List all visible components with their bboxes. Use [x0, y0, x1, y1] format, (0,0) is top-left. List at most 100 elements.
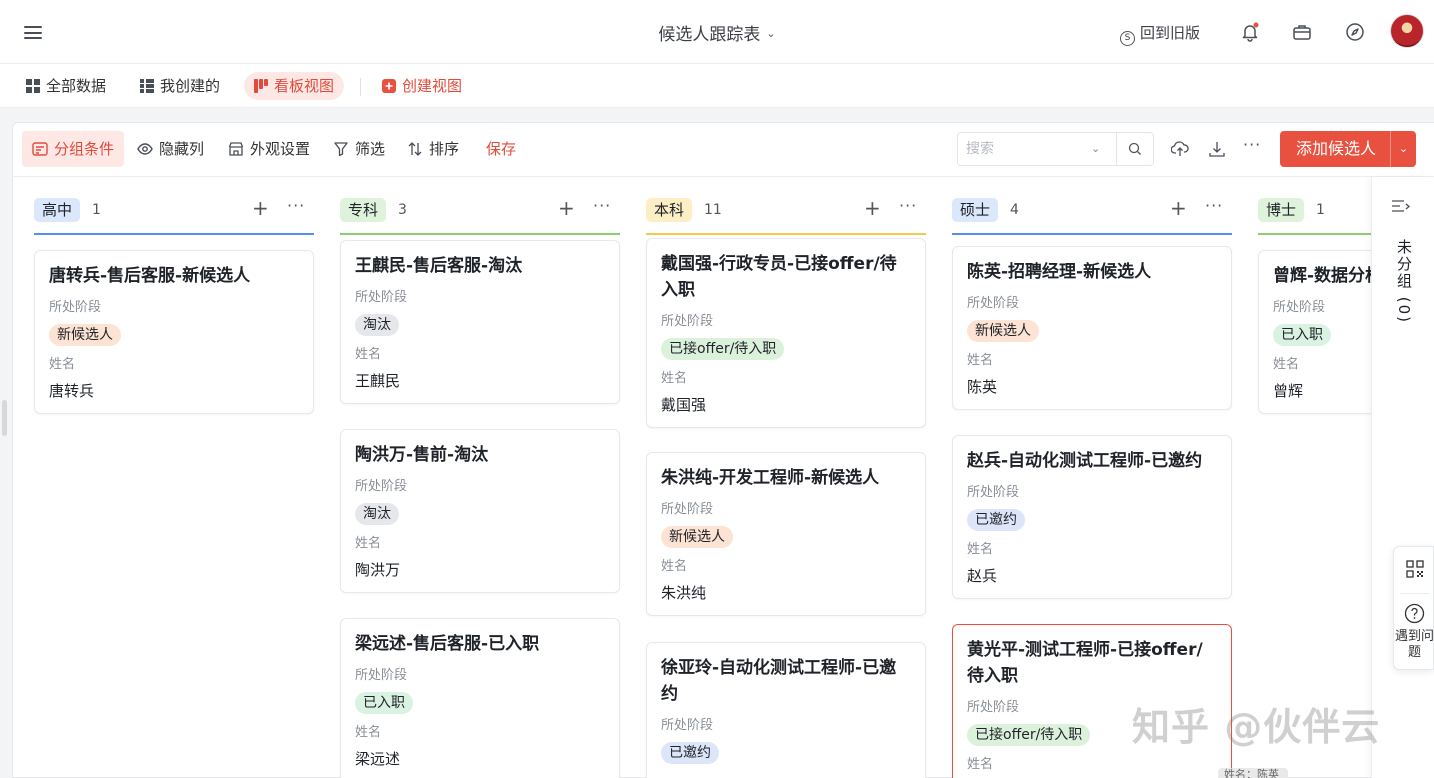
stage-badge: 已入职 — [355, 692, 413, 714]
tab-my-created[interactable]: 我创建的 — [130, 72, 230, 100]
add-card-icon[interactable]: + — [252, 196, 269, 220]
column-accent-line — [1258, 233, 1371, 235]
chevron-down-icon[interactable]: ⌄ — [1091, 133, 1100, 165]
upload-icon[interactable] — [1171, 140, 1189, 158]
watermark: 知乎 @伙伴云 — [1132, 705, 1381, 749]
sort-label: 排序 — [429, 140, 460, 158]
candidate-card[interactable]: 曾辉-数据分析 所处阶段 已入职 姓名 曾辉 — [1258, 250, 1371, 414]
ungrouped-sidebar[interactable]: 未分组 (0) — [1371, 177, 1434, 778]
column-tag: 本科 — [646, 198, 693, 222]
add-card-icon[interactable]: + — [558, 196, 575, 220]
column-header: 博士 1 — [1258, 194, 1371, 224]
add-card-icon[interactable]: + — [1170, 196, 1187, 220]
stage-label: 所处阶段 — [661, 502, 714, 517]
compass-icon[interactable] — [1345, 22, 1365, 42]
create-view-button[interactable]: 创建视图 — [372, 72, 472, 100]
candidate-card[interactable]: 戴国强-行政专员-已接offer/待入职 所处阶段 已接offer/待入职 姓名… — [646, 238, 926, 428]
toolbar: 分组条件 隐藏列 外观设置 筛选 排序 保存 搜索 ⌄ ··· 添加候选人 ⌄ — [13, 123, 1434, 177]
column-count: 1 — [92, 202, 101, 218]
tab-kanban-view[interactable]: 看板视图 — [244, 72, 345, 100]
grid-icon — [26, 79, 40, 93]
tab-label: 全部数据 — [46, 77, 107, 95]
column-count: 3 — [398, 202, 407, 218]
appearance-button[interactable]: 外观设置 — [218, 131, 320, 167]
column-more-icon[interactable]: ··· — [1205, 194, 1223, 218]
column-accent-line — [952, 233, 1232, 235]
tab-all-data[interactable]: 全部数据 — [16, 72, 116, 100]
name-label: 姓名 — [355, 725, 382, 740]
card-title: 王麒民-售后客服-淘汰 — [355, 256, 523, 276]
stage-badge: 新候选人 — [661, 526, 733, 548]
card-title: 曾辉-数据分析 — [1273, 266, 1371, 286]
hide-columns-button[interactable]: 隐藏列 — [127, 131, 214, 167]
eye-icon — [137, 143, 153, 155]
ungrouped-label: 未分组 (0) — [1395, 239, 1413, 325]
top-bar: 候选人跟踪表 ⌄ S 回到旧版 — [0, 0, 1434, 64]
card-title: 陈英-招聘经理-新候选人 — [967, 262, 1152, 282]
stage-badge: 新候选人 — [967, 320, 1039, 342]
candidate-card[interactable]: 梁远述-售后客服-已入职 所处阶段 已入职 姓名 梁远述 — [340, 618, 620, 778]
candidate-card[interactable]: 朱洪纯-开发工程师-新候选人 所处阶段 新候选人 姓名 朱洪纯 — [646, 452, 926, 616]
download-icon[interactable] — [1208, 140, 1226, 158]
name-label: 姓名 — [661, 559, 688, 574]
stage-badge: 已邀约 — [967, 509, 1025, 531]
card-title: 朱洪纯-开发工程师-新候选人 — [661, 468, 880, 488]
candidate-card[interactable]: 陈英-招聘经理-新候选人 所处阶段 新候选人 姓名 陈英 — [952, 246, 1232, 410]
stage-badge: 淘汰 — [355, 503, 399, 525]
help-label[interactable]: 遇到问题 — [1394, 629, 1434, 661]
stage-badge: 已邀约 — [661, 742, 719, 764]
kanban-panel: 分组条件 隐藏列 外观设置 筛选 排序 保存 搜索 ⌄ ··· 添加候选人 ⌄ — [12, 122, 1434, 778]
candidate-card[interactable]: 赵兵-自动化测试工程师-已邀约 所处阶段 已邀约 姓名 赵兵 — [952, 435, 1232, 599]
search-divider — [1116, 133, 1117, 165]
table-title[interactable]: 候选人跟踪表 ⌄ — [0, 20, 1434, 45]
briefcase-icon[interactable] — [1292, 22, 1312, 42]
card-title: 陶洪万-售前-淘汰 — [355, 445, 489, 465]
column-tag: 硕士 — [952, 198, 999, 222]
store-icon — [228, 142, 244, 156]
name-label: 姓名 — [967, 757, 994, 772]
search-icon[interactable] — [1128, 142, 1142, 156]
column-accent-line — [34, 233, 314, 235]
collapse-list-icon[interactable] — [1391, 199, 1411, 215]
tab-label: 我创建的 — [160, 77, 221, 95]
name-label: 姓名 — [1273, 357, 1300, 372]
card-title: 赵兵-自动化测试工程师-已邀约 — [967, 451, 1203, 471]
candidate-card[interactable]: 唐转兵-售后客服-新候选人 所处阶段 新候选人 姓名 唐转兵 — [34, 250, 314, 414]
search-input[interactable]: 搜索 ⌄ — [957, 132, 1154, 166]
qr-code-icon[interactable] — [1406, 560, 1424, 578]
stage-label: 所处阶段 — [967, 485, 1020, 500]
stage-label: 所处阶段 — [49, 300, 102, 315]
name-label: 姓名 — [661, 371, 688, 386]
candidate-card[interactable]: 王麒民-售后客服-淘汰 所处阶段 淘汰 姓名 王麒民 — [340, 240, 620, 404]
column-more-icon[interactable]: ··· — [899, 194, 917, 218]
add-candidate-button[interactable]: 添加候选人 ⌄ — [1280, 131, 1416, 167]
stage-badge: 已接offer/待入职 — [967, 724, 1091, 746]
sort-icon — [408, 142, 422, 156]
bell-icon[interactable] — [1240, 22, 1260, 42]
save-button[interactable]: 保存 — [476, 131, 526, 167]
filter-label: 筛选 — [355, 140, 386, 158]
view-bar: 全部数据 我创建的 看板视图 创建视图 — [0, 64, 1434, 108]
chevron-down-icon[interactable]: ⌄ — [1390, 131, 1416, 167]
more-options-icon[interactable]: ··· — [1243, 135, 1261, 154]
help-circle-icon[interactable] — [1404, 603, 1425, 624]
column-more-icon[interactable]: ··· — [593, 194, 611, 218]
column-more-icon[interactable]: ··· — [287, 194, 305, 218]
sort-button[interactable]: 排序 — [397, 131, 469, 167]
hover-tooltip: 姓名：陈英 — [1218, 768, 1288, 778]
kanban-icon — [254, 79, 268, 93]
resize-handle[interactable] — [2, 400, 7, 436]
candidate-card[interactable]: 徐亚玲-自动化测试工程师-已邀约 所处阶段 已邀约 — [646, 642, 926, 778]
candidate-card[interactable]: 陶洪万-售前-淘汰 所处阶段 淘汰 姓名 陶洪万 — [340, 429, 620, 593]
stage-badge: 已接offer/待入职 — [661, 338, 785, 360]
filter-button[interactable]: 筛选 — [323, 131, 395, 167]
name-value: 唐转兵 — [49, 382, 95, 400]
column-header: 专科 3 + ··· — [340, 194, 620, 224]
card-title: 唐转兵-售后客服-新候选人 — [49, 266, 251, 286]
add-card-icon[interactable]: + — [864, 196, 881, 220]
revert-old-version-button[interactable]: S 回到旧版 — [1120, 22, 1200, 46]
group-by-button[interactable]: 分组条件 — [22, 131, 125, 167]
card-title: 黄光平-测试工程师-已接offer/待入职 — [967, 640, 1203, 686]
avatar[interactable] — [1390, 14, 1424, 48]
stage-label: 所处阶段 — [967, 296, 1020, 311]
